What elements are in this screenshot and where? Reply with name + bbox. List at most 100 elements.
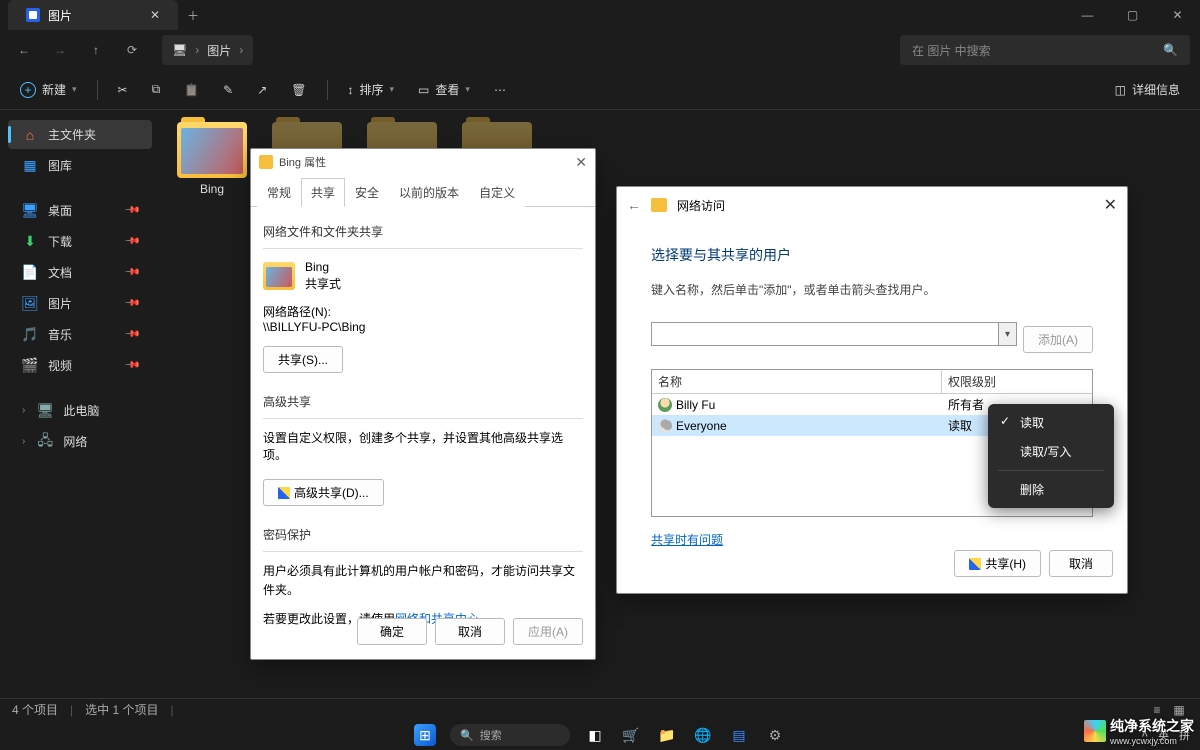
details-button[interactable]: ◫ 详细信息: [1105, 81, 1190, 98]
dialog-title: Bing 属性: [279, 154, 326, 170]
chevron-down-icon[interactable]: ▾: [998, 323, 1016, 345]
share-button[interactable]: 共享(S)...: [263, 346, 343, 373]
cut-button[interactable]: ✂: [108, 75, 138, 105]
copy-button[interactable]: ⧉: [142, 75, 171, 105]
sort-button[interactable]: ↕ 排序 ▾: [338, 75, 405, 105]
sort-icon: ↕: [348, 83, 354, 97]
help-link[interactable]: 共享时有问题: [651, 531, 723, 548]
search-icon: 🔍: [460, 729, 474, 742]
new-label: 新建: [42, 81, 66, 98]
tab-general[interactable]: 常规: [257, 178, 301, 207]
explorer-tab[interactable]: 图片 ✕: [8, 0, 178, 30]
sidebar-item-quick[interactable]: 🎵音乐📌: [8, 320, 152, 349]
col-name[interactable]: 名称: [652, 370, 942, 393]
share-button[interactable]: ↗: [247, 75, 277, 105]
sidebar-item-network[interactable]: › 🖧 网络: [8, 427, 152, 456]
password-desc: 用户必须具有此计算机的用户帐户和密码，才能访问共享文件夹。: [263, 562, 583, 600]
user-combobox[interactable]: ▾: [651, 322, 1017, 346]
user-name: Billy Fu: [676, 398, 715, 412]
sidebar-item-home[interactable]: ⌂ 主文件夹: [8, 120, 152, 149]
section-title: 网络文件和文件夹共享: [263, 223, 583, 240]
pin-icon: 📌: [123, 326, 140, 343]
add-tab-button[interactable]: ＋: [178, 7, 208, 24]
chevron-icon: ›: [195, 43, 199, 57]
section-desc: 设置自定义权限，创建多个共享，并设置其他高级共享选项。: [263, 429, 583, 463]
forward-button[interactable]: →: [46, 36, 74, 64]
separator: [998, 470, 1104, 471]
col-permission[interactable]: 权限级别: [942, 370, 1092, 393]
taskbar-app[interactable]: 📁: [656, 724, 678, 746]
start-button[interactable]: ⊞: [414, 724, 436, 746]
view-list-button[interactable]: ≡: [1148, 703, 1166, 717]
sidebar-label: 此电脑: [63, 402, 99, 419]
add-button[interactable]: 添加(A): [1023, 326, 1093, 353]
sidebar-item-quick[interactable]: ⬇下载📌: [8, 227, 152, 256]
folder-label: Bing: [200, 182, 224, 196]
taskbar-app[interactable]: ⚙: [764, 724, 786, 746]
menu-item-readwrite[interactable]: 读取/写入: [992, 437, 1110, 466]
cancel-button[interactable]: 取消: [1049, 550, 1113, 577]
menu-item-remove[interactable]: 删除: [992, 475, 1110, 504]
user-perm: 所有者: [948, 396, 984, 413]
minimize-button[interactable]: —: [1065, 0, 1110, 30]
breadcrumb-item[interactable]: 图片: [207, 42, 231, 59]
taskbar-search[interactable]: 🔍搜索: [450, 724, 570, 746]
refresh-button[interactable]: ⟳: [118, 36, 146, 64]
quick-icon: 📄: [22, 265, 38, 281]
paste-button[interactable]: 📋: [174, 75, 209, 105]
cancel-button[interactable]: 取消: [435, 618, 505, 645]
divider: [263, 551, 583, 552]
new-button[interactable]: + 新建 ▾: [10, 75, 87, 105]
folder-item[interactable]: Bing: [172, 122, 252, 196]
tab-previous[interactable]: 以前的版本: [389, 178, 469, 207]
rename-button[interactable]: ✎: [213, 75, 243, 105]
view-button[interactable]: ▭ 查看 ▾: [408, 75, 480, 105]
taskbar-app[interactable]: 🌐: [692, 724, 714, 746]
taskview-button[interactable]: ◧: [584, 724, 606, 746]
breadcrumb[interactable]: 🖥 › 图片 ›: [162, 35, 253, 65]
sidebar-item-thispc[interactable]: › 🖥 此电脑: [8, 396, 152, 425]
share-state: 共享式: [305, 276, 341, 293]
tab-security[interactable]: 安全: [345, 178, 389, 207]
tabs: 常规 共享 安全 以前的版本 自定义: [251, 177, 595, 207]
back-button[interactable]: ←: [627, 197, 641, 213]
more-button[interactable]: ⋯: [484, 75, 516, 105]
maximize-button[interactable]: ▢: [1110, 0, 1155, 30]
view-toggle: ≡ ▦: [1148, 703, 1188, 717]
view-grid-button[interactable]: ▦: [1170, 703, 1188, 717]
chevron-down-icon: ▾: [72, 84, 77, 95]
sidebar-item-quick[interactable]: 🎬视频📌: [8, 351, 152, 380]
apply-button[interactable]: 应用(A): [513, 618, 583, 645]
ok-button[interactable]: 确定: [357, 618, 427, 645]
tab-sharing[interactable]: 共享: [301, 178, 345, 207]
search-input[interactable]: 在 图片 中搜索 🔍: [900, 35, 1190, 65]
dialog-title-bar[interactable]: Bing 属性 ✕: [251, 149, 595, 175]
close-button[interactable]: ✕: [1155, 0, 1200, 30]
folder-name: Bing: [305, 259, 341, 276]
back-button[interactable]: ←: [10, 36, 38, 64]
shield-icon: [278, 487, 290, 499]
toolbar: + 新建 ▾ ✂ ⧉ 📋 ✎ ↗ 🗑 ↕ 排序 ▾ ▭ 查看 ▾ ⋯ ◫ 详细信…: [0, 70, 1200, 110]
sidebar-item-quick[interactable]: 🖥桌面📌: [8, 196, 152, 225]
close-icon[interactable]: ✕: [575, 154, 587, 171]
pin-icon: 📌: [123, 233, 140, 250]
advanced-share-button[interactable]: 高级共享(D)...: [263, 479, 384, 506]
share-confirm-button[interactable]: 共享(H): [954, 550, 1041, 577]
network-icon: 🖧: [37, 434, 53, 450]
delete-button[interactable]: 🗑: [281, 75, 316, 105]
taskbar-app[interactable]: ▤: [728, 724, 750, 746]
taskbar-app[interactable]: 🛒: [620, 724, 642, 746]
chevron-down-icon: ▾: [465, 84, 470, 95]
tab-customize[interactable]: 自定义: [469, 178, 525, 207]
up-button[interactable]: ↑: [82, 36, 110, 64]
sidebar-item-quick[interactable]: 📄文档📌: [8, 258, 152, 287]
monitor-icon: 🖥: [172, 43, 187, 57]
sidebar-item-gallery[interactable]: ▦ 图库: [8, 151, 152, 180]
close-button[interactable]: ✕: [1104, 195, 1117, 215]
sidebar-item-quick[interactable]: 🖼图片📌: [8, 289, 152, 318]
menu-item-read[interactable]: 读取: [992, 408, 1110, 437]
sidebar-label: 主文件夹: [48, 126, 96, 143]
tab-close-icon[interactable]: ✕: [150, 8, 160, 22]
search-icon: 🔍: [1163, 43, 1178, 57]
separator: [97, 80, 98, 100]
